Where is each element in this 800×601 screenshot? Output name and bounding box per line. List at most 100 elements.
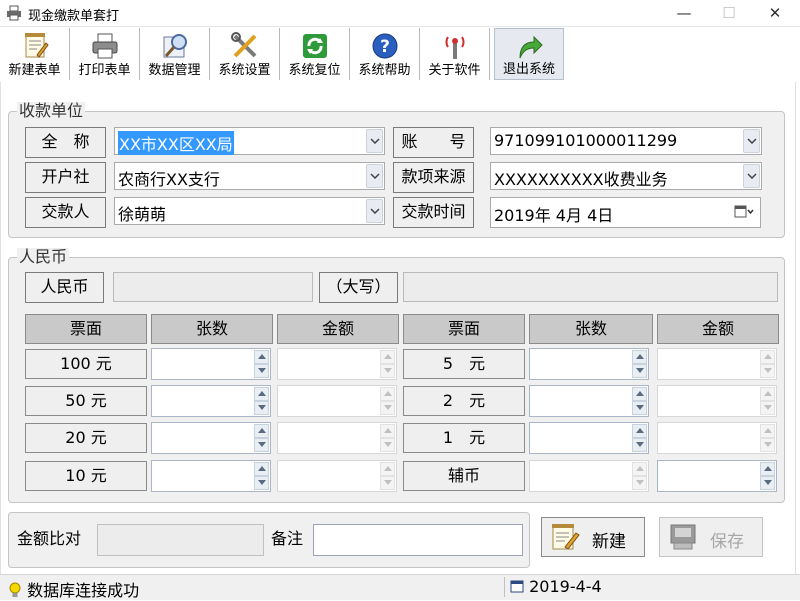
bank-label: 开户社 <box>25 162 106 193</box>
amount-5-spinner <box>657 348 777 380</box>
chevron-down-icon[interactable] <box>366 164 383 188</box>
payee-name-combo[interactable]: XX市XX区XX局 <box>114 127 385 155</box>
printer-icon <box>92 33 117 59</box>
payee-name-value: XX市XX区XX局 <box>118 131 234 155</box>
antenna-icon <box>445 36 464 59</box>
toolbar-label: 数据管理 <box>148 63 201 78</box>
column-header-amount: 金额 <box>277 314 399 344</box>
count-20-spinner[interactable] <box>151 422 271 454</box>
amount-10-spinner <box>277 460 397 492</box>
denom-1: 1 元 <box>403 423 525 453</box>
payer-combo[interactable]: 徐萌萌 <box>114 197 385 225</box>
toolbar-label: 新建表单 <box>8 63 61 78</box>
help-icon: ? <box>372 33 397 59</box>
title-bar: 现金缴款单套打 — ☐ ✕ <box>0 0 800 27</box>
toolbar-label: 退出系统 <box>502 62 555 77</box>
calendar-icon <box>510 580 524 593</box>
denom-10: 10 元 <box>25 461 147 491</box>
data-manage-icon <box>163 34 187 58</box>
amount-coin-spinner[interactable] <box>657 460 777 492</box>
tools-icon <box>230 32 256 58</box>
bank-combo[interactable]: 农商行XX支行 <box>114 162 385 190</box>
app-printer-icon <box>7 5 21 21</box>
date-value: 2019年 4月 4日 <box>494 206 614 225</box>
account-label: 账 号 <box>393 127 474 158</box>
amount-100-spinner <box>277 348 397 380</box>
save-printer-icon <box>670 524 696 550</box>
name-label: 全 称 <box>25 127 106 158</box>
window-title: 现金缴款单套打 <box>28 9 120 24</box>
amount-20-spinner <box>277 422 397 454</box>
status-date-text: 2019-4-4 <box>529 577 602 596</box>
payer-value: 徐萌萌 <box>118 205 167 224</box>
lightbulb-icon <box>9 582 21 597</box>
source-combo[interactable]: XXXXXXXXXX收费业务 <box>490 162 762 190</box>
compare-label: 金额比对 <box>17 529 82 548</box>
source-label: 款项来源 <box>393 162 474 193</box>
new-button-label: 新建 <box>592 532 626 552</box>
new-button[interactable]: 新建 <box>541 517 645 557</box>
column-header-amount: 金额 <box>657 314 779 344</box>
calendar-dropdown-icon[interactable] <box>734 204 754 220</box>
refresh-icon <box>302 34 327 58</box>
save-button[interactable]: 保存 <box>659 517 763 557</box>
maximize-button[interactable]: ☐ <box>706 0 752 27</box>
account-combo[interactable]: 971099101000011299 <box>490 127 762 155</box>
date-picker[interactable]: 2019年 4月 4日 <box>490 197 761 228</box>
toolbar-reset-button[interactable]: 系统复位 <box>280 28 350 80</box>
chevron-down-icon[interactable] <box>366 199 383 223</box>
toolbar: 新建表单 打印表单 数据管理 系统设置 系统复位 ? 系统帮助 关于软件 退出系… <box>0 28 800 82</box>
daxie-label: （大写） <box>319 272 398 303</box>
column-header-count: 张数 <box>529 314 653 344</box>
column-header-face: 票面 <box>25 314 147 344</box>
rmb-amount-field <box>113 272 313 302</box>
toolbar-label: 关于软件 <box>428 63 481 78</box>
toolbar-exit-button[interactable]: 退出系统 <box>494 28 564 80</box>
amount-2-spinner <box>657 385 777 417</box>
count-10-spinner[interactable] <box>151 460 271 492</box>
account-value: 971099101000011299 <box>494 131 678 150</box>
minimize-button[interactable]: — <box>661 0 707 27</box>
denom-100: 100 元 <box>25 349 147 379</box>
daxie-amount-field <box>403 272 778 302</box>
count-5-spinner[interactable] <box>529 348 649 380</box>
column-header-face: 票面 <box>403 314 525 344</box>
status-message: 数据库连接成功 <box>8 577 139 601</box>
remark-input[interactable] <box>313 524 523 556</box>
source-value: XXXXXXXXXX收费业务 <box>494 170 668 189</box>
count-2-spinner[interactable] <box>529 385 649 417</box>
compare-amount-field <box>97 524 264 556</box>
count-50-spinner[interactable] <box>151 385 271 417</box>
toolbar-settings-button[interactable]: 系统设置 <box>210 28 280 80</box>
toolbar-label: 系统复位 <box>288 63 341 78</box>
right-border <box>795 82 796 600</box>
status-bar: 数据库连接成功 2019-4-4 <box>0 574 800 600</box>
new-form-icon <box>552 524 580 550</box>
column-header-count: 张数 <box>151 314 273 344</box>
payer-label: 交款人 <box>25 197 106 228</box>
toolbar-print-form-button[interactable]: 打印表单 <box>70 28 140 80</box>
toolbar-help-button[interactable]: ? 系统帮助 <box>350 28 420 80</box>
count-100-spinner[interactable] <box>151 348 271 380</box>
denom-coin: 辅币 <box>403 461 525 491</box>
new-form-icon <box>24 33 49 58</box>
count-1-spinner[interactable] <box>529 422 649 454</box>
remark-label: 备注 <box>271 529 304 548</box>
close-button[interactable]: ✕ <box>752 0 798 27</box>
count-coin-spinner <box>529 460 649 492</box>
toolbar-label: 系统设置 <box>218 63 271 78</box>
amount-50-spinner <box>277 385 397 417</box>
amount-1-spinner <box>657 422 777 454</box>
chevron-down-icon[interactable] <box>743 129 760 153</box>
toolbar-new-form-button[interactable]: 新建表单 <box>0 28 70 80</box>
chevron-down-icon[interactable] <box>366 129 383 153</box>
svg-text:?: ? <box>380 37 390 57</box>
status-message-text: 数据库连接成功 <box>27 581 140 600</box>
date-label: 交款时间 <box>393 197 474 228</box>
chevron-down-icon[interactable] <box>743 164 760 188</box>
toolbar-label: 打印表单 <box>78 63 131 78</box>
toolbar-data-manage-button[interactable]: 数据管理 <box>140 28 210 80</box>
status-separator <box>504 577 505 597</box>
rmb-label: 人民币 <box>25 272 104 303</box>
toolbar-about-button[interactable]: 关于软件 <box>420 28 490 80</box>
